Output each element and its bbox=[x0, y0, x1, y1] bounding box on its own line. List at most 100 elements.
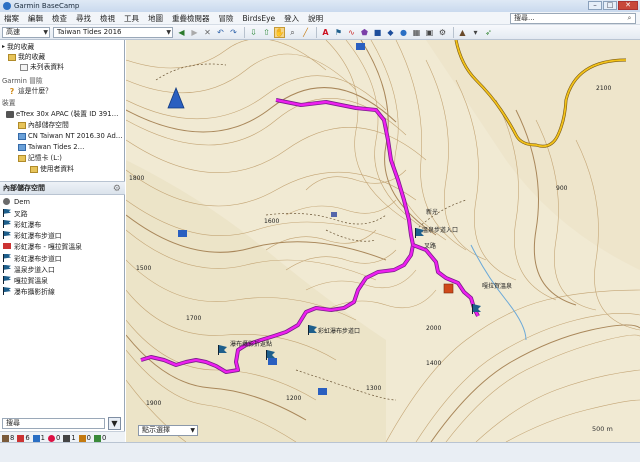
menu-help[interactable]: 說明 bbox=[308, 13, 323, 24]
tree-item-taiwan-tides[interactable]: Taiwan Tides 2… bbox=[18, 142, 84, 152]
list-item[interactable]: 叉路 bbox=[0, 207, 125, 218]
list-item[interactable]: 彩虹瀑布步道口 bbox=[0, 230, 125, 241]
folder-icon bbox=[8, 53, 16, 61]
menu-birdseye[interactable]: BirdsEye bbox=[243, 14, 276, 23]
library-header[interactable]: ▸ 我的收藏 bbox=[2, 42, 34, 52]
menu-edit[interactable]: 編輯 bbox=[28, 13, 43, 24]
filter-input[interactable]: 搜尋 bbox=[2, 418, 105, 429]
list-item-label: 彩虹瀑布步道口 bbox=[14, 254, 62, 263]
menu-find[interactable]: 尋找 bbox=[76, 13, 91, 24]
list-item[interactable]: 彩虹瀑布 bbox=[0, 218, 125, 229]
collapse-icon[interactable]: ▸ bbox=[2, 42, 5, 52]
tree-item-what-is-this[interactable]: ? 這是什麼？ bbox=[8, 86, 52, 96]
text-tool-icon[interactable]: A bbox=[320, 27, 331, 38]
tree-item-user-data[interactable]: 使用者資料 bbox=[30, 164, 74, 174]
menu-file[interactable]: 檔案 bbox=[4, 13, 19, 24]
filter-placeholder: 搜尋 bbox=[6, 419, 20, 427]
list-item[interactable]: Dem bbox=[0, 196, 125, 207]
3d-view-icon[interactable]: ◆ bbox=[385, 27, 396, 38]
menu-overlay[interactable]: 重疊檢閱器 bbox=[172, 13, 210, 24]
photo-count-icon bbox=[63, 434, 71, 442]
map-label-elev: 2000 bbox=[426, 325, 441, 332]
square-view-icon[interactable]: ■ bbox=[372, 27, 383, 38]
measure-icon[interactable]: ╱ bbox=[300, 27, 311, 38]
menu-tools[interactable]: 工具 bbox=[124, 13, 139, 24]
tree-item-my-collection[interactable]: 我的收藏 bbox=[8, 52, 45, 62]
map-label-elev: 1600 bbox=[264, 218, 279, 225]
list-item[interactable]: 溫泉步道入口 bbox=[0, 263, 125, 274]
menu-login[interactable]: 登入 bbox=[284, 13, 299, 24]
tree-item-label: 記憶卡 (L:) bbox=[28, 154, 62, 162]
search-input[interactable]: 搜尋... ⌕ bbox=[510, 13, 636, 24]
search-icon[interactable]: ⌕ bbox=[625, 14, 634, 23]
tree-header-devices[interactable]: 裝置 bbox=[2, 98, 16, 108]
list-item[interactable]: 彩虹瀑布 - 嘎拉賀溫泉 bbox=[0, 241, 125, 252]
map-view[interactable]: 溫泉步道入口 嘎拉賀溫泉 彩虹瀑布步道口 瀑布攝影折返點 叉路 2100 180… bbox=[126, 40, 640, 442]
profile-dropdown[interactable]: 高速 ▼ bbox=[2, 26, 50, 38]
redo-icon[interactable]: ↷ bbox=[228, 27, 239, 38]
zoom-icon[interactable]: ⌕ bbox=[287, 27, 298, 38]
waypoint-count-icon bbox=[2, 434, 9, 442]
toolbar-separator bbox=[244, 26, 245, 38]
list-item-label: 溫泉步道入口 bbox=[14, 265, 55, 274]
title-bar: Garmin BaseCamp – □ ✕ bbox=[0, 0, 640, 12]
tree-item-device[interactable]: eTrex 30x APAC (裝置 ID 391… bbox=[6, 109, 118, 119]
tree-item-internal-storage[interactable]: 內部儲存空間 bbox=[18, 120, 69, 130]
back-icon[interactable]: ◀ bbox=[176, 27, 187, 38]
menu-map[interactable]: 地圖 bbox=[148, 13, 163, 24]
forward-icon[interactable]: ▶ bbox=[189, 27, 200, 38]
map-detail-dropdown[interactable]: 點示選擇 ▼ bbox=[138, 425, 198, 436]
camera-icon bbox=[318, 388, 327, 395]
tree-header-adventures[interactable]: Garmin 冒險 bbox=[2, 76, 43, 86]
undo-icon[interactable]: ↶ bbox=[215, 27, 226, 38]
tree-item-label: 我的收藏 bbox=[18, 53, 46, 61]
library-header-label: 我的收藏 bbox=[7, 43, 35, 51]
list-item-label: 彩虹瀑布 - 嘎拉賀溫泉 bbox=[14, 243, 82, 252]
menu-inspect[interactable]: 檢視 bbox=[100, 13, 115, 24]
chevron-down-icon: ▼ bbox=[43, 28, 48, 36]
minimize-button[interactable]: – bbox=[588, 1, 602, 10]
maximize-button[interactable]: □ bbox=[603, 1, 617, 10]
list-item-label: 瀑布攝影折線 bbox=[14, 288, 55, 297]
hot-spring-icon[interactable] bbox=[443, 283, 454, 294]
list-item-label: 彩虹瀑布步道口 bbox=[14, 232, 62, 241]
hand-tool-icon[interactable]: ✋ bbox=[274, 26, 285, 38]
route-tool-icon[interactable]: ⚑ bbox=[333, 27, 344, 38]
topo-map[interactable]: 溫泉步道入口 嘎拉賀溫泉 彩虹瀑布步道口 瀑布攝影折返點 叉路 2100 180… bbox=[126, 40, 640, 442]
filter-icon[interactable]: ▼ bbox=[108, 417, 121, 430]
menu-adventure[interactable]: 冒險 bbox=[219, 13, 234, 24]
tree-item-label: eTrex 30x APAC (裝置 ID 391… bbox=[16, 110, 119, 118]
toolbar-separator bbox=[316, 26, 317, 38]
building-icon bbox=[331, 212, 337, 217]
launch-icon[interactable]: ➶ bbox=[483, 27, 494, 38]
send-to-device-icon[interactable]: ⇧ bbox=[261, 27, 272, 38]
dropdown-arrow-icon[interactable]: ▾ bbox=[470, 27, 481, 38]
tree-item-cn-taiwan-map[interactable]: CN Taiwan NT 2016.30 Ad… bbox=[18, 131, 123, 141]
map-icon bbox=[18, 132, 26, 140]
map-label-hot-spring: 嘎拉賀溫泉 bbox=[482, 282, 512, 290]
delete-icon[interactable]: ✕ bbox=[202, 27, 213, 38]
map-label-elev: 1900 bbox=[146, 400, 161, 407]
map-label-elev: 1800 bbox=[129, 175, 144, 182]
globe-icon[interactable]: ● bbox=[398, 27, 409, 38]
area-tool-icon[interactable]: ⬟ bbox=[359, 27, 370, 38]
list-item[interactable]: 瀑布攝影折線 bbox=[0, 286, 125, 297]
receive-from-device-icon[interactable]: ⇩ bbox=[248, 27, 259, 38]
tree-item-memory-card[interactable]: 記憶卡 (L:) bbox=[18, 153, 62, 163]
list-item[interactable]: 彩虹瀑布步道口 bbox=[0, 252, 125, 263]
gps-device-icon bbox=[6, 110, 14, 118]
folder-icon bbox=[30, 165, 38, 173]
grid-icon[interactable]: ▦ bbox=[411, 27, 422, 38]
tree-item-unlisted[interactable]: 未列表資料 bbox=[20, 62, 64, 72]
menu-view[interactable]: 檢查 bbox=[52, 13, 67, 24]
profile-icon[interactable]: ▲ bbox=[457, 27, 468, 38]
flag-icon bbox=[3, 264, 11, 273]
list-item[interactable]: 嘎拉賀溫泉 bbox=[0, 274, 125, 285]
photo-icon[interactable]: ▣ bbox=[424, 27, 435, 38]
track-count-icon bbox=[32, 434, 40, 442]
track-tool-icon[interactable]: ∿ bbox=[346, 27, 357, 38]
settings-icon[interactable]: ⚙ bbox=[437, 27, 448, 38]
gear-icon[interactable]: ⚙ bbox=[113, 183, 121, 196]
map-product-dropdown[interactable]: Taiwan Tides 2016 ▼ bbox=[53, 26, 173, 38]
close-button[interactable]: ✕ bbox=[618, 1, 638, 10]
